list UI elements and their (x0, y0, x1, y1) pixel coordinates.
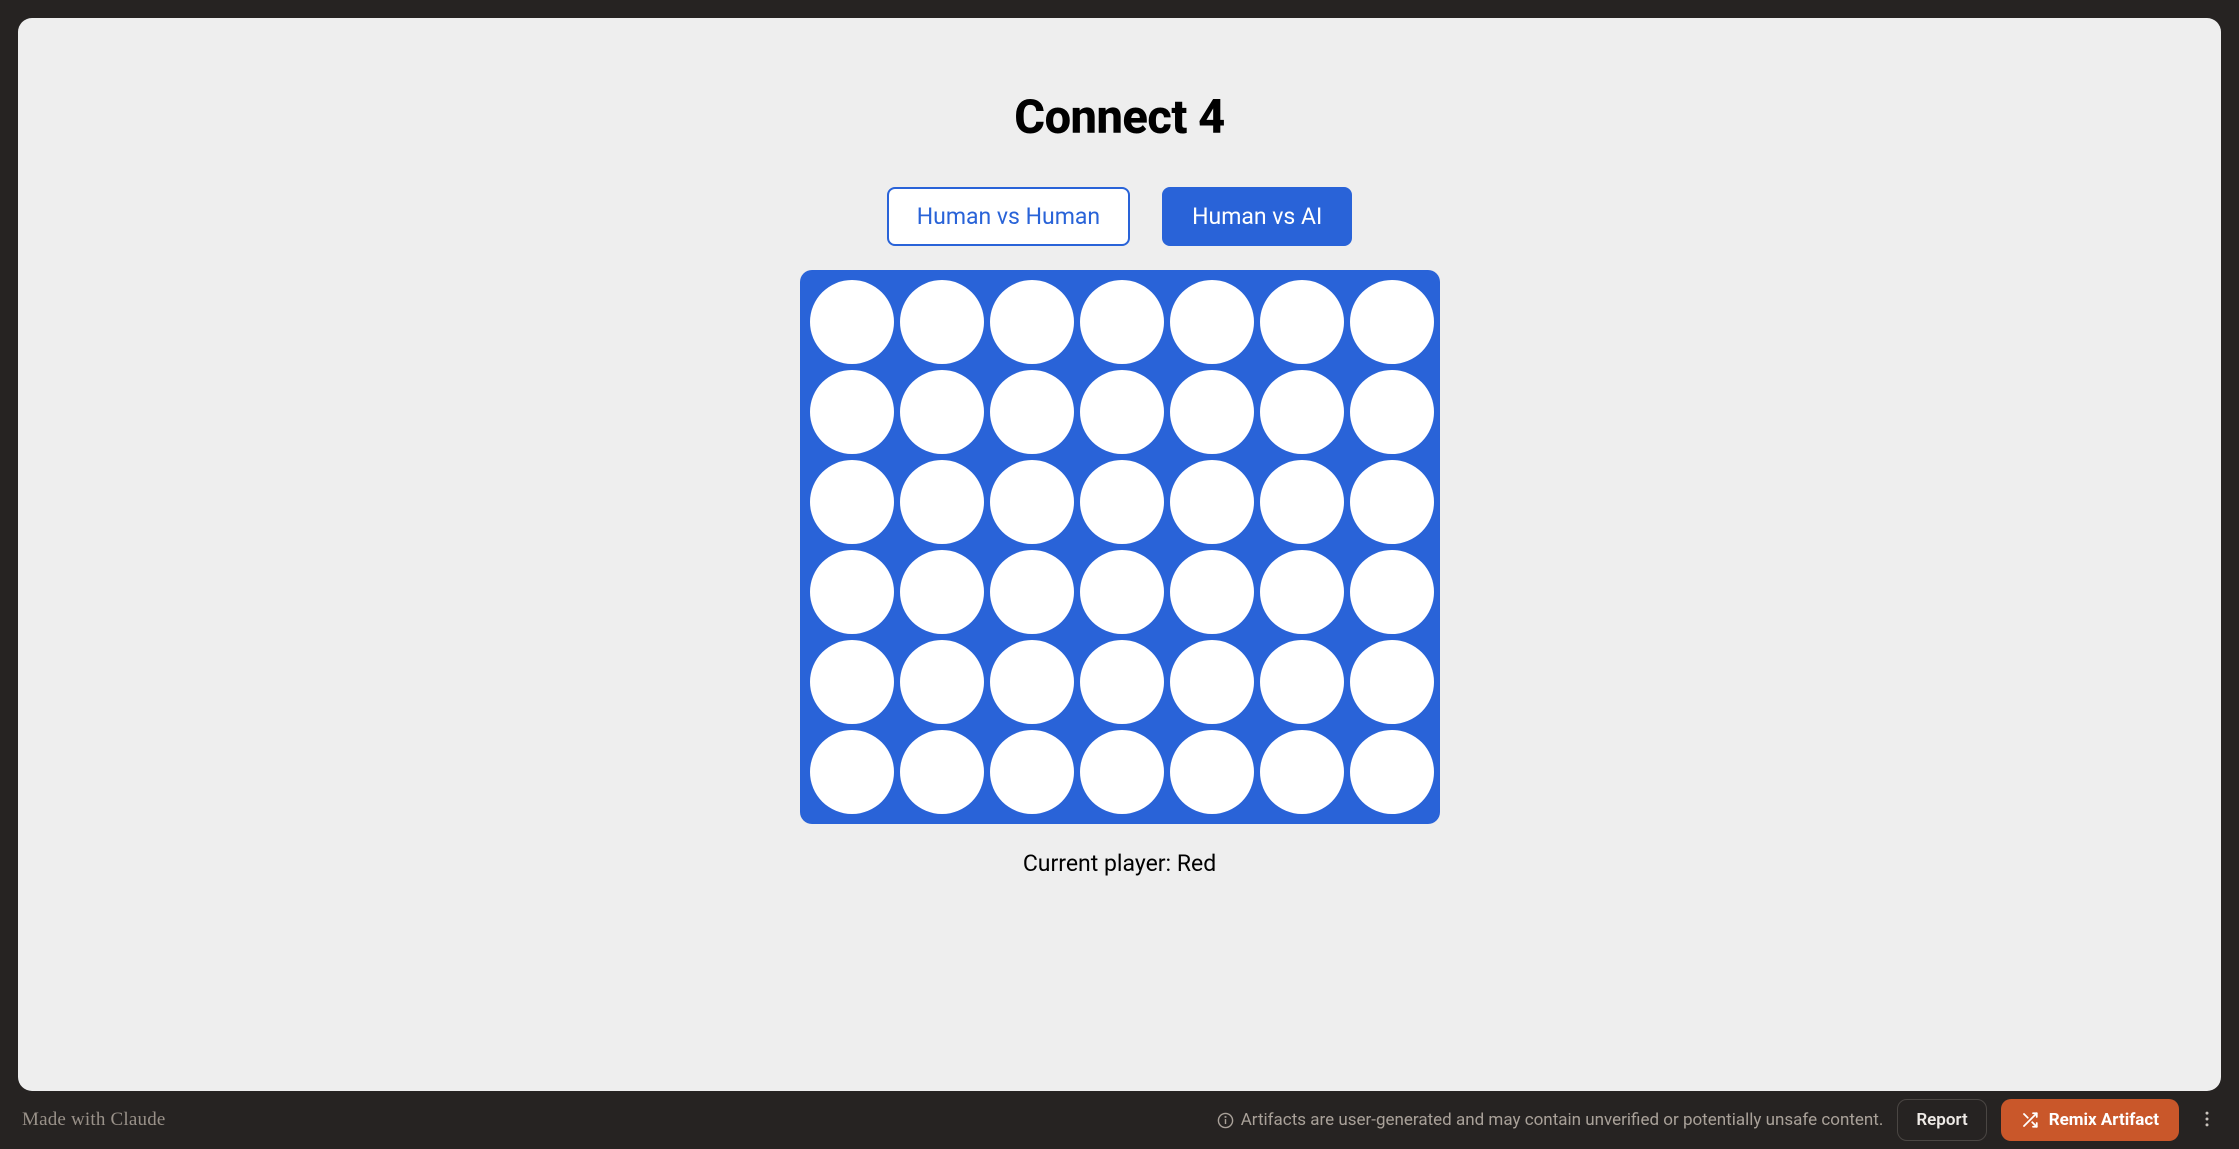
report-button[interactable]: Report (1897, 1099, 1986, 1141)
board-cell[interactable] (1080, 730, 1164, 814)
board-cell[interactable] (810, 280, 894, 364)
mode-human-vs-ai-button[interactable]: Human vs AI (1162, 187, 1352, 246)
board-cell[interactable] (900, 370, 984, 454)
game-board (800, 270, 1440, 824)
board-cell[interactable] (900, 460, 984, 544)
board-cell[interactable] (1260, 460, 1344, 544)
footer-bar: Made with Claude Artifacts are user-gene… (0, 1091, 2239, 1149)
board-cell[interactable] (990, 460, 1074, 544)
dots-vertical-icon (2197, 1109, 2217, 1132)
board-cell[interactable] (1080, 370, 1164, 454)
board-cell[interactable] (1260, 730, 1344, 814)
board-cell[interactable] (990, 370, 1074, 454)
info-icon (1217, 1111, 1235, 1129)
board-cell[interactable] (1170, 640, 1254, 724)
board-cell[interactable] (1260, 550, 1344, 634)
board-cell[interactable] (1350, 370, 1434, 454)
board-cell[interactable] (1170, 460, 1254, 544)
shuffle-icon (2021, 1111, 2039, 1129)
board-cell[interactable] (1080, 640, 1164, 724)
board-cell[interactable] (1260, 280, 1344, 364)
board-cell[interactable] (810, 730, 894, 814)
board-cell[interactable] (1350, 460, 1434, 544)
app-frame: Connect 4 Human vs Human Human vs AI Cur… (18, 18, 2221, 1091)
mode-buttons: Human vs Human Human vs AI (887, 187, 1353, 246)
board-cell[interactable] (1350, 550, 1434, 634)
mode-human-vs-human-button[interactable]: Human vs Human (887, 187, 1130, 246)
board-cell[interactable] (1260, 640, 1344, 724)
status-text: Current player: Red (1023, 850, 1216, 877)
board-cell[interactable] (900, 730, 984, 814)
board-cell[interactable] (1170, 730, 1254, 814)
board-cell[interactable] (1080, 280, 1164, 364)
more-menu-button[interactable] (2193, 1103, 2221, 1138)
board-cell[interactable] (1080, 460, 1164, 544)
board-cell[interactable] (1170, 280, 1254, 364)
board-cell[interactable] (1350, 730, 1434, 814)
board-cell[interactable] (810, 640, 894, 724)
made-with-claude-label[interactable]: Made with Claude (22, 1109, 166, 1131)
board-cell[interactable] (1260, 370, 1344, 454)
board-cell[interactable] (1080, 550, 1164, 634)
board-cell[interactable] (810, 550, 894, 634)
board-cell[interactable] (810, 460, 894, 544)
board-cell[interactable] (900, 640, 984, 724)
board-cell[interactable] (1350, 280, 1434, 364)
board-cell[interactable] (990, 280, 1074, 364)
board-cell[interactable] (810, 370, 894, 454)
board-cell[interactable] (990, 550, 1074, 634)
board-cell[interactable] (900, 550, 984, 634)
remix-artifact-button[interactable]: Remix Artifact (2001, 1099, 2179, 1141)
game-title: Connect 4 (1014, 90, 1224, 145)
remix-label: Remix Artifact (2049, 1110, 2159, 1130)
board-cell[interactable] (900, 280, 984, 364)
board-cell[interactable] (1350, 640, 1434, 724)
board-cell[interactable] (1170, 370, 1254, 454)
disclaimer-text: Artifacts are user-generated and may con… (1241, 1110, 1884, 1130)
footer-right: Artifacts are user-generated and may con… (1217, 1099, 2221, 1141)
outer-frame: Connect 4 Human vs Human Human vs AI Cur… (0, 0, 2239, 1091)
board-cell[interactable] (990, 640, 1074, 724)
board-cell[interactable] (1170, 550, 1254, 634)
board-cell[interactable] (990, 730, 1074, 814)
